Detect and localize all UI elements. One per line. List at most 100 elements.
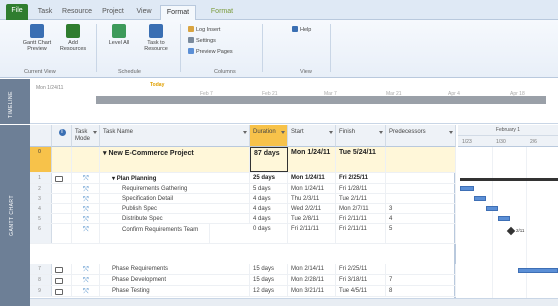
tab-file[interactable]: File [6, 4, 28, 20]
table-row[interactable]: 5 ⤲ Distribute Spec 4 days Tue 2/8/11 Fr… [30, 214, 456, 224]
duration-cell[interactable]: 4 days [250, 214, 288, 223]
predecessors-cell[interactable] [386, 194, 456, 203]
duration-cell[interactable]: 12 days [250, 286, 288, 296]
task-name-cell[interactable]: Publish Spec [100, 204, 250, 213]
task-name-cell[interactable]: Phase Testing [100, 286, 250, 296]
finish-cell[interactable]: Tue 4/5/11 [336, 286, 386, 296]
predecessors-cell[interactable]: 5 [386, 224, 456, 243]
tab-format-active[interactable]: Format [160, 5, 196, 20]
predecessors-cell[interactable] [386, 173, 456, 183]
finish-cell[interactable]: Tue 2/1/11 [336, 194, 386, 203]
predecessors-cell[interactable] [386, 264, 456, 274]
start-cell[interactable]: Wed 2/2/11 [288, 204, 336, 213]
insert-icon [188, 26, 194, 32]
gantt-chart-pane[interactable]: February 1 1/23 1/30 2/6 2/11 [458, 125, 558, 306]
gantt-task-bar[interactable] [474, 196, 486, 201]
pin-icon: ⤲ [83, 266, 89, 273]
finish-cell[interactable]: Fri 2/11/11 [336, 214, 386, 223]
add-resources-button[interactable]: Add Resources [58, 24, 88, 52]
start-cell[interactable]: Fri 2/11/11 [288, 224, 336, 243]
duration-cell[interactable]: 4 days [250, 194, 288, 203]
duration-cell[interactable]: 15 days [250, 275, 288, 285]
table-row[interactable]: 7 ⤲ Phase Requirements 15 days Mon 2/14/… [30, 264, 456, 275]
start-cell[interactable]: Mon 2/14/11 [288, 264, 336, 274]
start-cell[interactable]: Mon 1/24/11 [288, 147, 336, 172]
duration-cell[interactable]: 0 days [250, 224, 288, 243]
task-name-cell[interactable]: Phase Development [100, 275, 250, 285]
insert-command[interactable]: Log Insert [188, 26, 220, 34]
header-info[interactable]: i [52, 125, 72, 147]
header-task-name[interactable]: Task Name [100, 125, 250, 147]
task-grid[interactable]: i Task Mode Task Name Duration Start Fin… [30, 125, 456, 306]
horizontal-scrollbar[interactable] [30, 298, 558, 306]
timeline-pane[interactable]: TIMELINE Mon 1/24/11 Today Feb 7 Feb 21 … [0, 79, 558, 124]
task-name-cell[interactable]: Requirements Gathering [100, 184, 250, 193]
duration-cell[interactable]: 25 days [250, 173, 288, 183]
start-cell[interactable]: Mon 3/21/11 [288, 286, 336, 296]
table-row[interactable]: 2 ⤲ Requirements Gathering 5 days Mon 1/… [30, 184, 456, 194]
duration-cell[interactable]: 15 days [250, 264, 288, 274]
finish-cell[interactable]: Fri 3/18/11 [336, 275, 386, 285]
pin-icon: ⤲ [83, 196, 89, 203]
task-name-cell[interactable]: Distribute Spec [100, 214, 250, 223]
header-row-selector[interactable] [30, 125, 52, 147]
predecessors-cell[interactable] [386, 147, 456, 172]
settings-icon [188, 37, 194, 43]
predecessors-cell[interactable]: 4 [386, 214, 456, 223]
task-name-cell[interactable]: Confirm Requirements Team [100, 224, 210, 243]
gantt-task-bar[interactable] [486, 206, 498, 211]
duration-cell[interactable]: 87 days [250, 147, 288, 172]
tab-project[interactable]: Project [98, 5, 128, 20]
settings-command[interactable]: Settings [188, 37, 216, 45]
gantt-summary-bar[interactable] [460, 178, 558, 181]
table-row[interactable]: 6 ⤲ Confirm Requirements Team 0 days Fri… [30, 224, 456, 244]
start-cell[interactable]: Mon 1/24/11 [288, 173, 336, 183]
table-row[interactable]: 1 ⤲ ▾ Plan Planning 25 days Mon 1/24/11 … [30, 173, 456, 184]
gantt-chart-preview-button[interactable]: Gantt Chart Preview [22, 24, 52, 52]
table-row[interactable]: 4 ⤲ Publish Spec 4 days Wed 2/2/11 Mon 2… [30, 204, 456, 214]
task-name-cell[interactable]: ▾ Plan Planning [100, 173, 250, 183]
table-row[interactable]: 0 ▾ New E-Commerce Project 87 days Mon 1… [30, 147, 456, 173]
timeline-bar[interactable] [96, 96, 546, 104]
predecessors-cell[interactable]: 7 [386, 275, 456, 285]
level-all-button[interactable]: Level All [104, 24, 134, 46]
task-name-cell[interactable]: ▾ New E-Commerce Project [100, 147, 250, 172]
table-row[interactable]: 3 ⤲ Specification Detail 4 days Thu 2/3/… [30, 194, 456, 204]
tab-format-tools[interactable]: Format [206, 5, 238, 20]
finish-cell[interactable]: Fri 2/11/11 [336, 224, 386, 243]
gantt-milestone[interactable] [506, 226, 516, 236]
header-predecessors[interactable]: Predecessors [386, 125, 456, 147]
task-name-cell[interactable]: Phase Requirements [100, 264, 250, 274]
tab-resource[interactable]: Resource [60, 5, 94, 20]
finish-cell[interactable]: Fri 1/28/11 [336, 184, 386, 193]
header-duration[interactable]: Duration [250, 125, 288, 147]
predecessors-cell[interactable] [386, 184, 456, 193]
table-row[interactable]: 8 ⤲ Phase Development 15 days Mon 2/28/1… [30, 275, 456, 286]
gantt-task-bar[interactable] [518, 268, 558, 273]
start-cell[interactable]: Mon 1/24/11 [288, 184, 336, 193]
start-cell[interactable]: Tue 2/8/11 [288, 214, 336, 223]
predecessors-cell[interactable]: 8 [386, 286, 456, 296]
gantt-task-bar[interactable] [498, 216, 510, 221]
chevron-down-icon [243, 131, 247, 134]
gantt-task-bar[interactable] [460, 186, 474, 191]
predecessors-cell[interactable]: 3 [386, 204, 456, 213]
finish-cell[interactable]: Mon 2/7/11 [336, 204, 386, 213]
help-command[interactable]: Help [292, 26, 311, 34]
task-name-cell[interactable]: Specification Detail [100, 194, 250, 203]
finish-cell[interactable]: Fri 2/25/11 [336, 173, 386, 183]
duration-cell[interactable]: 4 days [250, 204, 288, 213]
preview-pages-command[interactable]: Preview Pages [188, 48, 233, 56]
header-finish[interactable]: Finish [336, 125, 386, 147]
tab-view[interactable]: View [132, 5, 156, 20]
finish-cell[interactable]: Tue 5/24/11 [336, 147, 386, 172]
header-task-mode[interactable]: Task Mode [72, 125, 100, 147]
task-to-resource-button[interactable]: Task to Resource [140, 24, 172, 52]
start-cell[interactable]: Thu 2/3/11 [288, 194, 336, 203]
tab-task[interactable]: Task [34, 5, 56, 20]
finish-cell[interactable]: Fri 2/25/11 [336, 264, 386, 274]
start-cell[interactable]: Mon 2/28/11 [288, 275, 336, 285]
duration-cell[interactable]: 5 days [250, 184, 288, 193]
table-row[interactable]: 9 ⤲ Phase Testing 12 days Mon 3/21/11 Tu… [30, 286, 456, 297]
header-start[interactable]: Start [288, 125, 336, 147]
